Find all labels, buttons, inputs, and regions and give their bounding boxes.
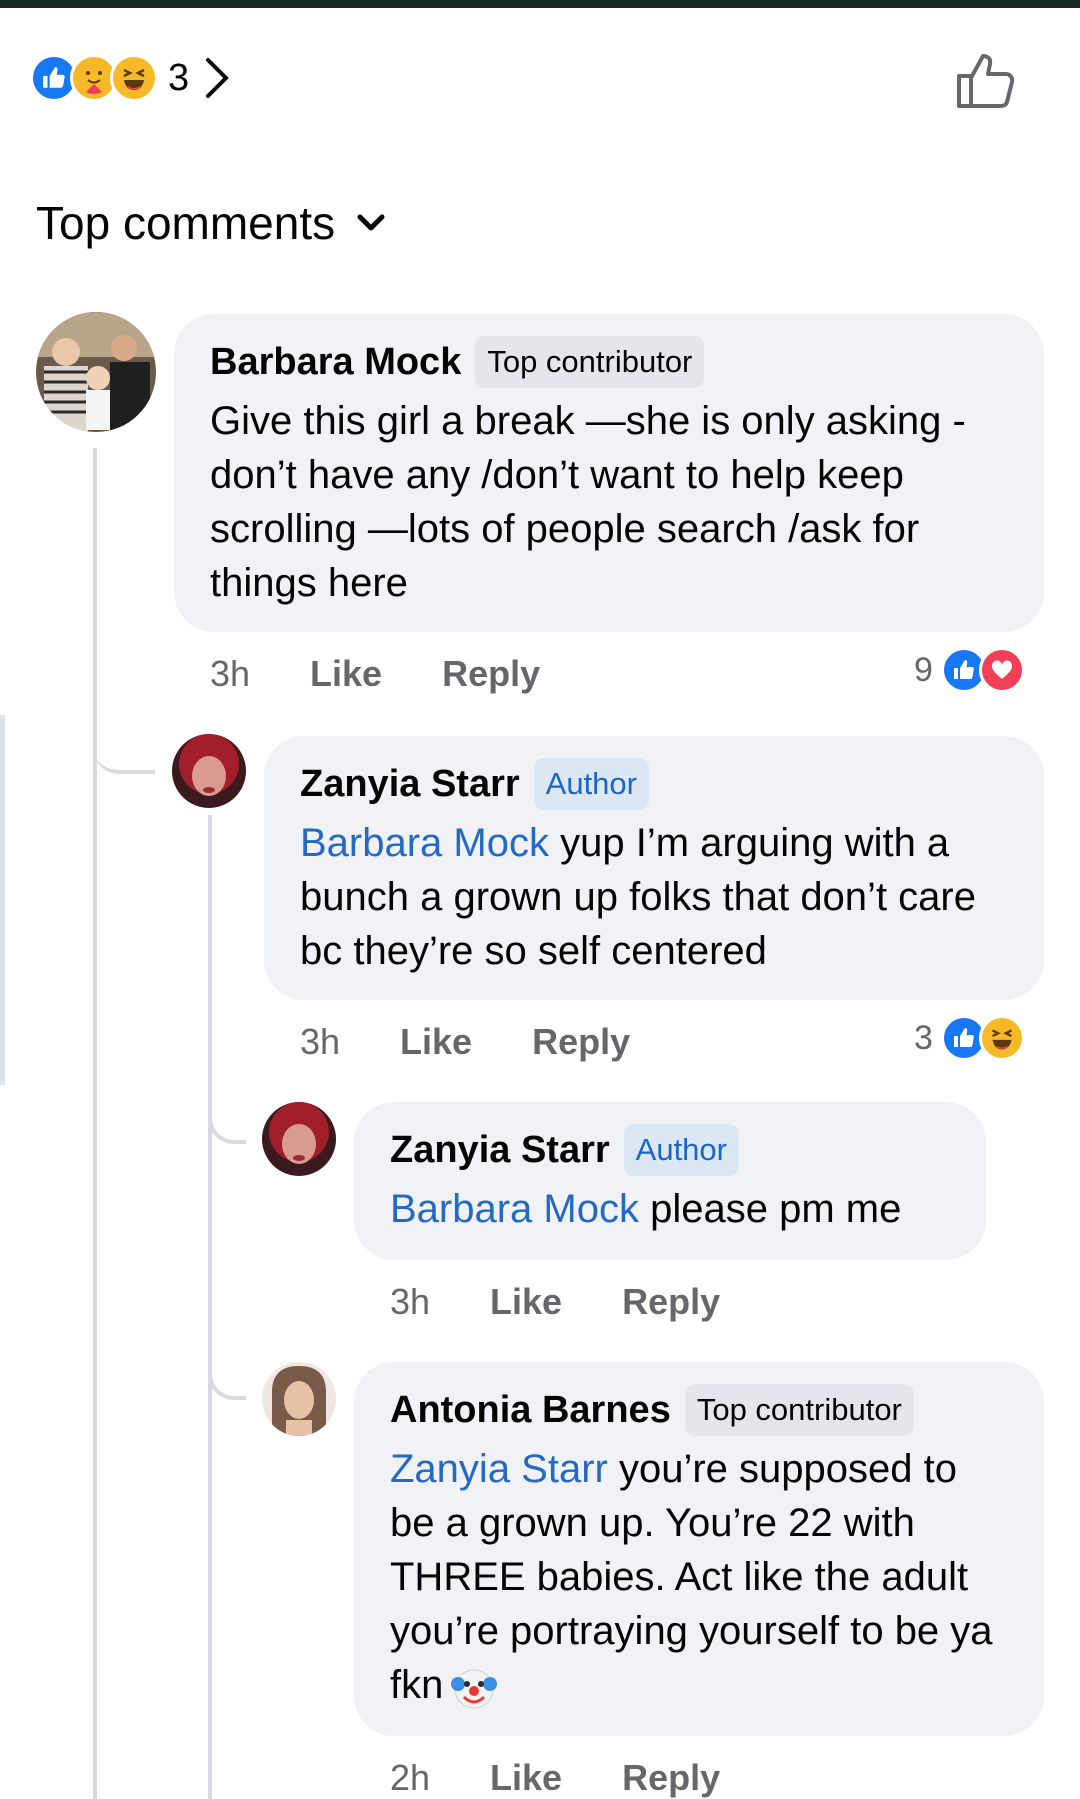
comment-time[interactable]: 2h [390, 1757, 430, 1799]
comment-bubble: Zanyia Starr Author Barbara Mock please … [354, 1102, 986, 1260]
comment-bubble: Antonia Barnes Top contributor Zanyia St… [354, 1362, 1044, 1736]
thumbs-up-outline-icon[interactable] [955, 48, 1019, 112]
mention-link[interactable]: Zanyia Starr [390, 1447, 608, 1491]
comment-body: please pm me [638, 1187, 902, 1231]
comment-author[interactable]: Zanyia Starr [390, 1129, 610, 1172]
comment-reactions[interactable]: 9 [914, 647, 1025, 693]
comment-reactions[interactable]: 3 [914, 1015, 1025, 1061]
comment-time[interactable]: 3h [390, 1281, 430, 1323]
thread-line [208, 815, 212, 1799]
comment-bubble: Barbara Mock Top contributor Give this g… [174, 314, 1044, 632]
comment-text: Zanyia Starr you’re supposed to be a gro… [390, 1442, 1008, 1712]
haha-icon [978, 1015, 1025, 1061]
author-badge: Author [533, 758, 649, 810]
clown-face-icon [451, 1669, 498, 1709]
comment-time[interactable]: 3h [300, 1021, 340, 1063]
author-badge: Author [623, 1124, 739, 1176]
reaction-count: 3 [168, 56, 190, 99]
thread-line [93, 448, 97, 1799]
top-contributor-badge: Top contributor [475, 336, 705, 388]
comment-reaction-count: 9 [914, 650, 933, 689]
avatar-zanyia-starr[interactable] [262, 1102, 336, 1176]
comment-text: Barbara Mock please pm me [390, 1182, 950, 1236]
comment-sort-dropdown[interactable]: Top comments [36, 196, 385, 250]
like-button[interactable]: Like [310, 653, 382, 695]
avatar-barbara-mock[interactable] [36, 312, 156, 432]
like-button[interactable]: Like [490, 1757, 562, 1799]
reply-button[interactable]: Reply [442, 653, 540, 695]
comment-time[interactable]: 3h [210, 653, 250, 695]
comment-bubble: Zanyia Starr Author Barbara Mock yup I’m… [264, 736, 1044, 1000]
comment-actions: 3h Like Reply [390, 1281, 720, 1323]
status-strip [0, 0, 1080, 8]
scroll-marker [0, 715, 5, 1085]
love-icon [978, 647, 1025, 693]
avatar-zanyia-starr[interactable] [172, 734, 246, 808]
comment-text: Barbara Mock yup I’m arguing with a bunc… [300, 816, 1008, 978]
comment-actions: 3h Like Reply [210, 653, 540, 695]
reply-button[interactable]: Reply [532, 1021, 630, 1063]
chevron-right-icon [206, 58, 229, 98]
top-contributor-badge: Top contributor [684, 1384, 914, 1436]
post-reactions-summary[interactable]: 3 [30, 50, 231, 106]
comment-text: Give this girl a break —she is only aski… [210, 399, 966, 605]
comment-actions: 3h Like Reply [300, 1021, 630, 1063]
sort-label: Top comments [36, 197, 336, 249]
like-button[interactable]: Like [400, 1021, 472, 1063]
comment-author[interactable]: Barbara Mock [210, 341, 461, 384]
comment-author[interactable]: Zanyia Starr [300, 763, 520, 806]
thread-connector [93, 736, 155, 774]
like-button[interactable]: Like [490, 1281, 562, 1323]
reply-button[interactable]: Reply [622, 1757, 720, 1799]
mention-link[interactable]: Barbara Mock [300, 821, 549, 865]
avatar-antonia-barnes[interactable] [262, 1362, 336, 1436]
comment-author[interactable]: Antonia Barnes [390, 1389, 671, 1432]
comment-actions: 2h Like Reply [390, 1757, 720, 1799]
comment-reaction-count: 3 [914, 1018, 933, 1057]
reply-button[interactable]: Reply [622, 1281, 720, 1323]
haha-icon [110, 54, 158, 102]
chevron-down-icon [357, 214, 385, 231]
mention-link[interactable]: Barbara Mock [390, 1187, 639, 1231]
